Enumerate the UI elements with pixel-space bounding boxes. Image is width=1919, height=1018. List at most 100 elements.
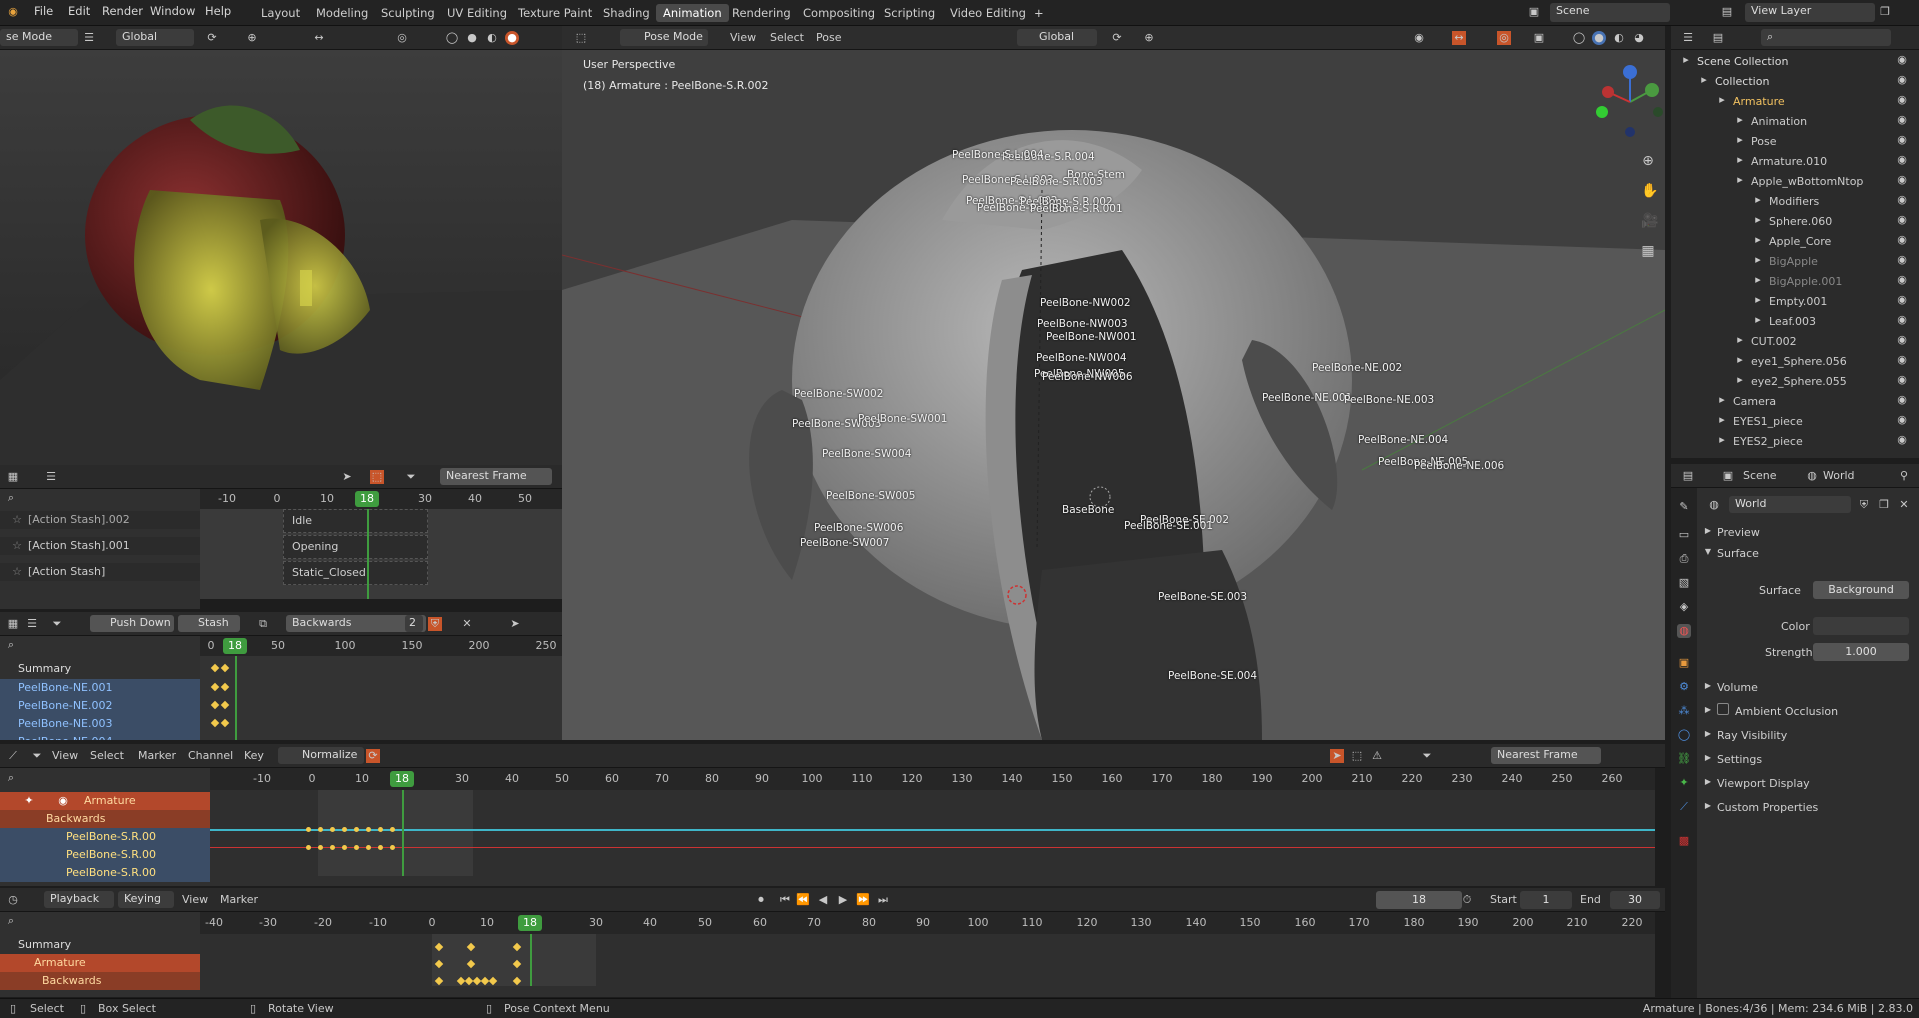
- keyframe[interactable]: [306, 845, 311, 850]
- eye-icon[interactable]: ◉: [1895, 73, 1909, 87]
- keyframe[interactable]: [390, 827, 395, 832]
- search-icon[interactable]: ⌕: [4, 771, 18, 785]
- keyframe[interactable]: [220, 700, 230, 710]
- panel-volume[interactable]: Volume: [1717, 681, 1758, 694]
- wireframe-shading-icon[interactable]: ◯: [445, 31, 459, 45]
- viewport-orientation-dropdown[interactable]: Global: [1017, 29, 1097, 46]
- graph-menu-view[interactable]: View: [52, 749, 78, 762]
- add-workspace-button[interactable]: +: [1027, 4, 1051, 22]
- ambient-occlusion-checkbox[interactable]: [1717, 703, 1729, 715]
- bone-label[interactable]: PeelBone-NE.002: [1312, 362, 1402, 374]
- eye-icon[interactable]: ◉: [1895, 193, 1909, 207]
- timeline-menu-marker[interactable]: Marker: [220, 893, 258, 906]
- pin-icon[interactable]: ⚲: [1897, 469, 1911, 483]
- keyframe[interactable]: [318, 827, 323, 832]
- keyframe[interactable]: [220, 718, 230, 728]
- keyframe[interactable]: [354, 845, 359, 850]
- normalize-toggle[interactable]: Normalize: [278, 747, 364, 764]
- eye-icon[interactable]: ◉: [1895, 133, 1909, 147]
- bone-label[interactable]: PeelBone-SE.004: [1168, 670, 1257, 682]
- texture-tab-icon[interactable]: ▩: [1677, 834, 1691, 848]
- keyframe[interactable]: [220, 663, 230, 673]
- eye-icon[interactable]: ◉: [1895, 353, 1909, 367]
- eye-icon[interactable]: ◉: [1895, 213, 1909, 227]
- nla-current-frame[interactable]: 18: [355, 491, 379, 507]
- outliner-expand-icon[interactable]: ▸: [1751, 193, 1765, 207]
- outliner-search[interactable]: ⌕: [1761, 29, 1891, 46]
- refresh-icon[interactable]: ⟳: [366, 749, 380, 763]
- keyframe[interactable]: [366, 827, 371, 832]
- outliner-row[interactable]: ▸ BigApple.001 ◉: [1671, 272, 1919, 288]
- outliner-row[interactable]: ▸ BigApple ◉: [1671, 252, 1919, 268]
- end-frame-field[interactable]: 30: [1610, 891, 1660, 909]
- keying-menu[interactable]: Keying: [118, 891, 174, 908]
- tool-tab-icon[interactable]: ✎: [1677, 500, 1691, 514]
- tab-scripting[interactable]: Scripting: [877, 4, 942, 22]
- cursor-icon[interactable]: ➤: [508, 617, 522, 631]
- render-orientation-dropdown[interactable]: Global: [116, 29, 194, 46]
- tab-shading[interactable]: Shading: [596, 4, 657, 22]
- stash-button[interactable]: Stash: [178, 615, 240, 632]
- jump-start-icon[interactable]: ⏮: [778, 893, 792, 907]
- rendered-shading-icon[interactable]: ◕: [1632, 31, 1646, 45]
- menu-window[interactable]: Window: [150, 4, 195, 18]
- outliner-expand-icon[interactable]: ▸: [1733, 333, 1747, 347]
- outliner-expand-icon[interactable]: ▸: [1733, 113, 1747, 127]
- editor-type-icon[interactable]: ▦: [6, 617, 20, 631]
- eye-icon[interactable]: ◉: [1895, 253, 1909, 267]
- outliner-row[interactable]: ▸ CUT.002 ◉: [1671, 332, 1919, 348]
- view-layer-icon[interactable]: ▤: [1720, 5, 1734, 19]
- eye-icon[interactable]: ◉: [1895, 313, 1909, 327]
- bone-label[interactable]: PeelBone-NW006: [1042, 371, 1133, 383]
- render-tab-icon[interactable]: ▭: [1677, 528, 1691, 542]
- chevron-down-icon[interactable]: ⏷: [50, 617, 64, 631]
- editor-type-icon[interactable]: ▤: [1681, 469, 1695, 483]
- jump-end-icon[interactable]: ⏭: [876, 893, 890, 907]
- action-channel-ne002[interactable]: PeelBone-NE.002: [0, 697, 200, 715]
- object-tab-icon[interactable]: ▣: [1677, 656, 1691, 670]
- scene-selector[interactable]: Scene: [1550, 3, 1670, 22]
- warning-icon[interactable]: ⚠: [1370, 749, 1384, 763]
- menu-file[interactable]: File: [34, 4, 53, 18]
- breadcrumb-scene[interactable]: Scene: [1743, 469, 1777, 482]
- filter-icon[interactable]: ⏷: [1420, 749, 1434, 763]
- timeline-current-frame[interactable]: 18: [518, 915, 542, 931]
- panel-surface[interactable]: Surface: [1717, 547, 1759, 560]
- cursor-icon[interactable]: ➤: [340, 470, 354, 484]
- outliner-row[interactable]: ▸ Animation ◉: [1671, 112, 1919, 128]
- hamburger-menu-icon[interactable]: ☰: [44, 470, 58, 484]
- graph-current-frame[interactable]: 18: [390, 771, 414, 787]
- bone-label[interactable]: PeelBone-SW006: [814, 522, 903, 534]
- eye-icon[interactable]: ◉: [1895, 373, 1909, 387]
- bone-label[interactable]: PeelBone-SE.003: [1158, 591, 1247, 603]
- scene-icon[interactable]: ▣: [1527, 5, 1541, 19]
- outliner-row[interactable]: ▸ Empty.001 ◉: [1671, 292, 1919, 308]
- outliner-row[interactable]: ▸ Pose ◉: [1671, 132, 1919, 148]
- outliner-row[interactable]: ▸ Camera ◉: [1671, 392, 1919, 408]
- tab-compositing[interactable]: Compositing: [796, 4, 882, 22]
- outliner-row[interactable]: ▸ Modifiers ◉: [1671, 192, 1919, 208]
- snap-icon[interactable]: ⊕: [245, 31, 259, 45]
- panel-ray-visibility[interactable]: Ray Visibility: [1717, 729, 1787, 742]
- viewport-menu-view[interactable]: View: [730, 31, 756, 44]
- record-icon[interactable]: ⏺: [754, 893, 768, 907]
- pose-mode-dropdown[interactable]: Pose Mode: [620, 29, 708, 46]
- outliner-row[interactable]: ▸ EYES1_piece ◉: [1671, 412, 1919, 428]
- outliner-row[interactable]: ▸ Apple_wBottomNtop ◉: [1671, 172, 1919, 188]
- keyframe[interactable]: [210, 682, 220, 692]
- eye-icon[interactable]: ◉: [1895, 113, 1909, 127]
- editor-type-icon[interactable]: ▦: [6, 470, 20, 484]
- nla-strip-area[interactable]: Idle Opening Static_Closed: [200, 509, 562, 599]
- gizmo-icon[interactable]: ↔: [1452, 31, 1466, 45]
- outliner-expand-icon[interactable]: ▸: [1697, 73, 1711, 87]
- wireframe-shading-icon[interactable]: ◯: [1572, 31, 1586, 45]
- panel-custom-properties[interactable]: Custom Properties: [1717, 801, 1818, 814]
- panel-preview[interactable]: Preview: [1717, 526, 1760, 539]
- keyframe[interactable]: [342, 845, 347, 850]
- gizmo-icon[interactable]: ↔: [312, 31, 326, 45]
- keyframe[interactable]: [210, 700, 220, 710]
- eye-icon[interactable]: ◉: [1895, 333, 1909, 347]
- outliner-expand-icon[interactable]: ▸: [1679, 53, 1693, 67]
- outliner-expand-icon[interactable]: ▸: [1715, 93, 1729, 107]
- tab-rendering[interactable]: Rendering: [725, 4, 798, 22]
